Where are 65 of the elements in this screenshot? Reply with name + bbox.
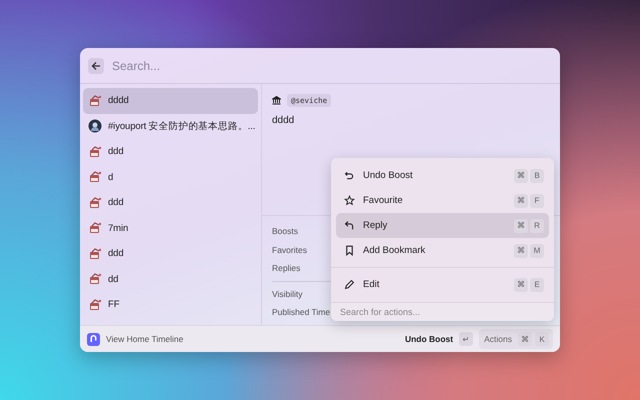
- actions-button[interactable]: Actions ⌘ K: [479, 329, 553, 349]
- item-title: ddd: [108, 248, 124, 260]
- pencil-icon: [344, 279, 355, 290]
- primary-action[interactable]: Undo Boost: [404, 334, 454, 344]
- avatar-icon: [88, 221, 102, 236]
- shortcut-key: K: [535, 332, 549, 346]
- action-search-field[interactable]: Search for actions...: [331, 302, 554, 321]
- stat-label: Boosts: [272, 225, 298, 238]
- post-text: dddd: [272, 115, 296, 126]
- avatar-icon: [88, 170, 102, 184]
- menu-item[interactable]: Add Bookmark ⌘ M: [336, 238, 549, 263]
- shortcut-key: ⌘: [514, 278, 528, 292]
- avatar-icon: [88, 144, 102, 159]
- menu-item[interactable]: Reply ⌘ R: [336, 213, 549, 238]
- item-title: dd: [108, 274, 118, 285]
- stat-label: Favorites: [272, 244, 307, 257]
- item-title: ddd: [108, 146, 124, 158]
- item-title: ddd: [108, 197, 124, 208]
- list-item[interactable]: FF: [83, 292, 258, 318]
- meta-label: Visibility: [272, 288, 303, 301]
- shortcut-key: ⌘: [518, 332, 532, 346]
- app-icon: [87, 332, 100, 346]
- shortcut-key: R: [530, 218, 544, 232]
- bookmark-icon: [344, 245, 355, 256]
- list-item[interactable]: 7min: [83, 216, 258, 241]
- item-title: 7min: [108, 222, 128, 234]
- menu-item[interactable]: Edit ⌘ E: [336, 272, 549, 297]
- stat-label: Replies: [272, 262, 300, 276]
- reply-icon: [344, 220, 355, 231]
- shortcut-key: B: [530, 168, 544, 182]
- back-arrow-icon: [91, 60, 101, 70]
- avatar-icon: [88, 94, 102, 108]
- list-item[interactable]: ddd: [83, 190, 258, 216]
- footer-title: View Home Timeline: [106, 334, 184, 344]
- star-icon: [344, 195, 355, 206]
- list-item[interactable]: #iyouport 安全防护的基本思路。...: [83, 114, 258, 139]
- list-item[interactable]: ddd: [83, 139, 258, 164]
- shortcut-key: ⌘: [514, 244, 528, 258]
- enter-key: ↵: [459, 332, 474, 346]
- list-item[interactable]: dddd: [83, 88, 258, 114]
- shortcut-key: M: [530, 244, 544, 258]
- avatar-icon: [88, 246, 102, 261]
- undo-icon: [344, 170, 355, 181]
- bank-icon: [272, 96, 281, 105]
- menu-item[interactable]: Favourite ⌘ F: [336, 188, 549, 213]
- list-item[interactable]: d: [83, 164, 258, 190]
- menu-item[interactable]: Undo Boost ⌘ B: [336, 163, 549, 188]
- list-item[interactable]: dd: [83, 266, 258, 292]
- shortcut-key: ⌘: [514, 194, 528, 208]
- shortcut-key: F: [530, 194, 544, 208]
- item-title: #iyouport 安全防护的基本思路。...: [108, 120, 256, 133]
- list-item[interactable]: ddd: [83, 241, 258, 266]
- avatar-icon: [88, 119, 102, 134]
- item-title: dddd: [108, 95, 129, 106]
- shortcut-key: E: [530, 278, 544, 292]
- avatar-icon: [88, 298, 102, 312]
- back-button[interactable]: [88, 58, 104, 74]
- avatar-icon: [88, 272, 102, 286]
- avatar-icon: [88, 196, 102, 210]
- meta-label: Published Time: [272, 306, 330, 320]
- shortcut-key: ⌘: [514, 218, 528, 232]
- shortcut-key: ⌘: [514, 168, 528, 182]
- search-field[interactable]: Search...: [110, 58, 552, 74]
- item-title: FF: [108, 299, 120, 310]
- item-title: d: [108, 172, 114, 183]
